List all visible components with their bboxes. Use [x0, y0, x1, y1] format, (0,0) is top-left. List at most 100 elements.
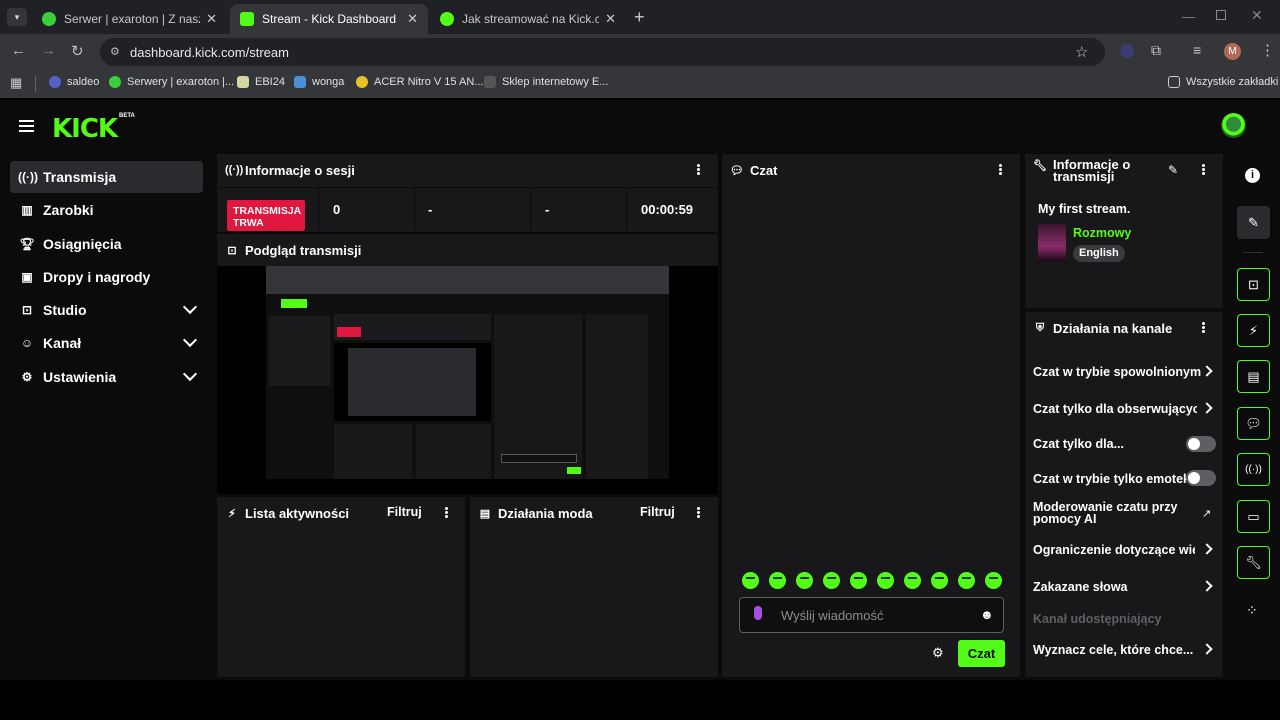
emote-icon[interactable] — [823, 572, 840, 589]
video-widget-button[interactable]: ▭ — [1237, 500, 1270, 533]
mod-actions-menu-icon[interactable] — [697, 507, 700, 518]
preview-activity-panel — [334, 424, 412, 479]
sidebar-item-dropy[interactable]: ▣ Dropy i nagrody — [10, 261, 203, 293]
stream-preview-video[interactable] — [217, 266, 718, 494]
banned-words-item[interactable]: Zakazane słowa — [1033, 580, 1215, 594]
close-tab-icon[interactable]: ✕ — [206, 11, 217, 27]
chat-send-button[interactable]: Czat — [958, 640, 1005, 667]
user-avatar[interactable] — [1221, 113, 1246, 138]
preview-chat-input — [501, 454, 577, 463]
mod-actions-panel: ▤ Działania moda Filtruj — [470, 497, 718, 677]
microphone-icon[interactable] — [754, 606, 762, 620]
activity-widget-button[interactable]: ⚡︎ — [1237, 314, 1270, 347]
profile-avatar[interactable]: M — [1224, 43, 1241, 60]
emote-icon[interactable] — [877, 572, 894, 589]
age-restriction-item[interactable]: Ograniczenie dotyczące wieku — [1033, 543, 1195, 557]
activity-menu-icon[interactable] — [445, 507, 448, 518]
address-bar[interactable]: ⚙ dashboard.kick.com/stream ☆ — [100, 38, 1105, 66]
mod-filter-button[interactable]: Filtruj — [640, 505, 675, 519]
emote-icon[interactable] — [904, 572, 921, 589]
stat-separator — [318, 188, 319, 231]
stream-info-menu-icon[interactable] — [1202, 164, 1205, 175]
bookmark-exaroton[interactable]: Serwery | exaroton |... — [109, 76, 234, 88]
bookmark-wonga[interactable]: wonga — [294, 76, 344, 88]
media-control-icon[interactable]: ≡ — [1193, 42, 1201, 58]
new-tab-icon[interactable]: + — [634, 7, 645, 28]
toggle-knob — [1188, 438, 1200, 450]
followers-only-item[interactable]: Czat tylko dla obserwujących — [1033, 402, 1197, 416]
apps-grid-icon[interactable]: ▦ — [10, 75, 22, 91]
emote-icon[interactable] — [769, 572, 786, 589]
sidebar-item-osiagniecia[interactable]: 🏆︎ Osiągnięcia — [10, 228, 203, 260]
bookmark-label: EBI24 — [255, 76, 285, 88]
activity-list-header: ⚡︎ Lista aktywności — [217, 497, 465, 529]
emote-icon[interactable] — [850, 572, 867, 589]
emote-icon[interactable] — [931, 572, 948, 589]
acer-icon — [356, 76, 368, 88]
close-tab-icon[interactable]: ✕ — [605, 11, 616, 27]
browser-tab-kick-dashboard[interactable]: Stream - Kick Dashboard ✕ — [230, 4, 428, 34]
bookmark-acer[interactable]: ACER Nitro V 15 AN... — [356, 76, 483, 88]
bookmark-sklep[interactable]: Sklep internetowy E... — [484, 76, 608, 88]
sidebar-item-ustawienia[interactable]: ⚙ Ustawienia — [10, 361, 203, 393]
goals-item[interactable]: Wyznacz cele, które chce... — [1033, 643, 1215, 657]
activity-filter-button[interactable]: Filtruj — [387, 505, 422, 519]
chat-widget-button[interactable]: 💬︎ — [1237, 407, 1270, 440]
maximize-window-icon[interactable] — [1216, 10, 1226, 20]
emote-only-toggle[interactable] — [1186, 470, 1216, 486]
sidebar-item-transmisja[interactable]: ((·)) Transmisja — [10, 161, 203, 193]
bookmark-label: saldeo — [67, 76, 100, 88]
session-info-title: Informacje o sesji — [245, 162, 355, 178]
close-window-icon[interactable]: ✕ — [1251, 7, 1263, 24]
chevron-down-icon — [182, 332, 198, 348]
browser-tab-kick-guide[interactable]: Jak streamować na Kick.com | C ✕ — [430, 4, 626, 34]
bookmark-saldeo[interactable]: saldeo — [49, 76, 99, 88]
sidebar-item-studio[interactable]: ⊡ Studio — [10, 294, 203, 326]
slow-mode-item[interactable]: Czat w trybie spowolnionym — [1033, 365, 1201, 379]
chat-menu-icon[interactable] — [999, 164, 1002, 175]
forward-icon[interactable]: → — [41, 42, 56, 59]
category-link[interactable]: Rozmowy — [1073, 226, 1131, 240]
edit-layout-button[interactable]: ✎ — [1237, 206, 1270, 239]
sidebar-item-zarobki[interactable]: ▥ Zarobki — [10, 194, 203, 226]
sidebar-item-label: Transmisja — [43, 169, 117, 185]
session-info-menu-icon[interactable] — [697, 164, 700, 175]
session-widget-button[interactable]: ((·)) — [1237, 453, 1270, 486]
preview-widget-button[interactable]: ⊡ — [1237, 268, 1270, 301]
close-tab-icon[interactable]: ✕ — [407, 11, 418, 27]
sidebar-item-kanal[interactable]: ☺ Kanał — [10, 327, 203, 359]
back-icon[interactable]: ← — [11, 42, 26, 59]
reload-icon[interactable]: ↻ — [71, 42, 84, 60]
mod-actions-widget-button[interactable]: ▤ — [1237, 360, 1270, 393]
activity-list-title: Lista aktywności — [245, 505, 350, 521]
saldeo-icon — [49, 76, 61, 88]
browser-tab-exaroton[interactable]: Serwer | exaroton | Z naszymi zr ✕ — [32, 4, 227, 34]
emote-icon[interactable] — [796, 572, 813, 589]
kick-logo[interactable]: KICK — [52, 114, 118, 144]
all-bookmarks[interactable]: Wszystkie zakładki — [1168, 76, 1278, 88]
session-info-header: ((·)) Informacje o sesji — [217, 154, 718, 186]
minimize-window-icon[interactable]: — — [1182, 9, 1195, 24]
tab-search-button[interactable]: ▾ — [7, 8, 27, 26]
emote-icon[interactable] — [985, 572, 1002, 589]
extension-icon[interactable] — [1120, 44, 1134, 58]
emote-icon[interactable] — [742, 572, 759, 589]
site-info-icon[interactable]: ⚙ — [110, 45, 120, 58]
browser-menu-icon[interactable]: ⋮ — [1260, 41, 1275, 59]
channel-actions-menu-icon[interactable] — [1202, 322, 1205, 333]
bookmark-ebi24[interactable]: EBI24 — [237, 76, 285, 88]
info-icon[interactable]: i — [1245, 168, 1260, 183]
chat-input[interactable]: Wyślij wiadomość ☻ — [739, 597, 1004, 633]
extensions-puzzle-icon[interactable]: ⧉ — [1151, 42, 1161, 59]
emoji-picker-icon[interactable]: ☻ — [980, 607, 994, 622]
chat-settings-icon[interactable]: ⚙ — [932, 645, 944, 661]
edit-stream-info-icon[interactable]: ✎ — [1168, 163, 1178, 177]
hamburger-menu-icon[interactable] — [19, 120, 34, 132]
preview-chat-send — [567, 467, 581, 474]
bookmark-star-icon[interactable]: ☆ — [1075, 43, 1088, 61]
more-widgets-icon[interactable]: ⁘ — [1246, 602, 1258, 619]
subs-only-toggle[interactable] — [1186, 436, 1216, 452]
stream-info-widget-button[interactable]: 🔧︎ — [1237, 546, 1270, 579]
emote-icon[interactable] — [958, 572, 975, 589]
ai-moderation-item[interactable]: Moderowanie czatu przy pomocy AI — [1033, 501, 1183, 526]
